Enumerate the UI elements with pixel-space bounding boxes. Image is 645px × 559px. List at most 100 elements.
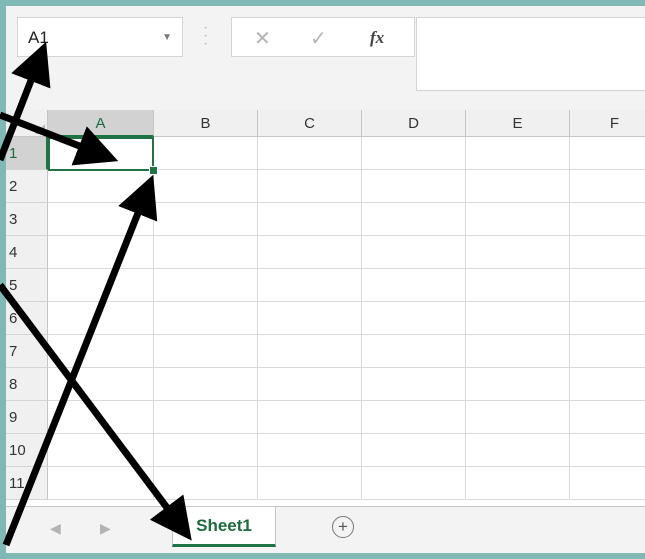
cell-e7[interactable] xyxy=(466,335,570,368)
cell-e9[interactable] xyxy=(466,401,570,434)
cell-c1[interactable] xyxy=(258,137,362,170)
cell-f9[interactable] xyxy=(570,401,645,434)
cell-e3[interactable] xyxy=(466,203,570,236)
row-header-7[interactable]: 7 xyxy=(6,335,48,368)
cell-e1[interactable] xyxy=(466,137,570,170)
cell-f5[interactable] xyxy=(570,269,645,302)
cell-f2[interactable] xyxy=(570,170,645,203)
row-header-8[interactable]: 8 xyxy=(6,368,48,401)
cell-c3[interactable] xyxy=(258,203,362,236)
cell-c11[interactable] xyxy=(258,467,362,500)
scroll-sheets-left-icon[interactable]: ◀ xyxy=(50,520,61,537)
cell-c2[interactable] xyxy=(258,170,362,203)
cell-b4[interactable] xyxy=(154,236,258,269)
cell-f6[interactable] xyxy=(570,302,645,335)
cell-a5[interactable] xyxy=(48,269,154,302)
cell-b1[interactable] xyxy=(154,137,258,170)
add-sheet-icon[interactable]: + xyxy=(332,516,354,538)
cell-b9[interactable] xyxy=(154,401,258,434)
cell-b11[interactable] xyxy=(154,467,258,500)
cancel-icon[interactable]: ✕ xyxy=(254,26,271,51)
cell-f10[interactable] xyxy=(570,434,645,467)
enter-icon[interactable]: ✓ xyxy=(310,26,327,51)
cell-d1[interactable] xyxy=(362,137,466,170)
row-header-1[interactable]: 1 xyxy=(6,137,48,170)
scroll-sheets-right-icon[interactable]: ▶ xyxy=(100,520,111,537)
excel-window: A1 ▼ · · · ✕ ✓ fx A B C D E F 1 2 3 4 5 6 7 8 9 10 11 ◀ ▶ … xyxy=(6,6,645,553)
row-header-4[interactable]: 4 xyxy=(6,236,48,269)
cell-a9[interactable] xyxy=(48,401,154,434)
cell-f4[interactable] xyxy=(570,236,645,269)
cell-f1[interactable] xyxy=(570,137,645,170)
cell-e6[interactable] xyxy=(466,302,570,335)
row-header-10[interactable]: 10 xyxy=(6,434,48,467)
name-box[interactable]: A1 ▼ xyxy=(17,17,183,57)
cell-e2[interactable] xyxy=(466,170,570,203)
worksheet-grid[interactable]: A B C D E F 1 2 3 4 5 6 7 8 9 10 11 xyxy=(6,110,645,506)
cell-a2[interactable] xyxy=(48,170,154,203)
cell-c6[interactable] xyxy=(258,302,362,335)
column-header-c[interactable]: C xyxy=(258,110,362,137)
cell-e4[interactable] xyxy=(466,236,570,269)
column-header-f[interactable]: F xyxy=(570,110,645,137)
fill-handle[interactable] xyxy=(149,166,158,175)
cell-a4[interactable] xyxy=(48,236,154,269)
cell-a3[interactable] xyxy=(48,203,154,236)
cell-c9[interactable] xyxy=(258,401,362,434)
column-header-e[interactable]: E xyxy=(466,110,570,137)
column-header-a[interactable]: A xyxy=(48,110,154,137)
cell-d8[interactable] xyxy=(362,368,466,401)
cell-e10[interactable] xyxy=(466,434,570,467)
chevron-down-icon[interactable]: ▼ xyxy=(162,32,172,43)
row-header-11[interactable]: 11 xyxy=(6,467,48,500)
cell-a8[interactable] xyxy=(48,368,154,401)
cell-e11[interactable] xyxy=(466,467,570,500)
cell-b2[interactable] xyxy=(154,170,258,203)
cell-f11[interactable] xyxy=(570,467,645,500)
cell-a10[interactable] xyxy=(48,434,154,467)
cell-a11[interactable] xyxy=(48,467,154,500)
cell-b8[interactable] xyxy=(154,368,258,401)
cell-b6[interactable] xyxy=(154,302,258,335)
cell-d4[interactable] xyxy=(362,236,466,269)
cell-b3[interactable] xyxy=(154,203,258,236)
row-header-2[interactable]: 2 xyxy=(6,170,48,203)
cell-d11[interactable] xyxy=(362,467,466,500)
cell-a7[interactable] xyxy=(48,335,154,368)
column-header-b[interactable]: B xyxy=(154,110,258,137)
cell-f8[interactable] xyxy=(570,368,645,401)
cell-d9[interactable] xyxy=(362,401,466,434)
row-header-5[interactable]: 5 xyxy=(6,269,48,302)
cell-b5[interactable] xyxy=(154,269,258,302)
cell-d10[interactable] xyxy=(362,434,466,467)
row-header-6[interactable]: 6 xyxy=(6,302,48,335)
formula-input[interactable] xyxy=(416,17,645,91)
cell-c4[interactable] xyxy=(258,236,362,269)
sheet-tab-bar: ◀ ▶ Sheet1 + xyxy=(6,506,645,553)
cell-c5[interactable] xyxy=(258,269,362,302)
column-header-d[interactable]: D xyxy=(362,110,466,137)
cell-d2[interactable] xyxy=(362,170,466,203)
cell-d7[interactable] xyxy=(362,335,466,368)
cell-d6[interactable] xyxy=(362,302,466,335)
active-cell-border xyxy=(48,137,154,171)
cell-b7[interactable] xyxy=(154,335,258,368)
cell-e8[interactable] xyxy=(466,368,570,401)
cell-b10[interactable] xyxy=(154,434,258,467)
cell-d3[interactable] xyxy=(362,203,466,236)
cell-f7[interactable] xyxy=(570,335,645,368)
sheet-tab-sheet1[interactable]: Sheet1 xyxy=(172,507,276,547)
cell-c7[interactable] xyxy=(258,335,362,368)
cell-d5[interactable] xyxy=(362,269,466,302)
formula-bar-buttons: ✕ ✓ fx xyxy=(231,17,415,57)
cell-f3[interactable] xyxy=(570,203,645,236)
name-box-value: A1 xyxy=(28,28,49,47)
cell-c10[interactable] xyxy=(258,434,362,467)
cell-a6[interactable] xyxy=(48,302,154,335)
row-header-9[interactable]: 9 xyxy=(6,401,48,434)
cell-c8[interactable] xyxy=(258,368,362,401)
cell-e5[interactable] xyxy=(466,269,570,302)
select-all-button[interactable] xyxy=(6,110,48,137)
insert-function-icon[interactable]: fx xyxy=(370,28,384,48)
row-header-3[interactable]: 3 xyxy=(6,203,48,236)
